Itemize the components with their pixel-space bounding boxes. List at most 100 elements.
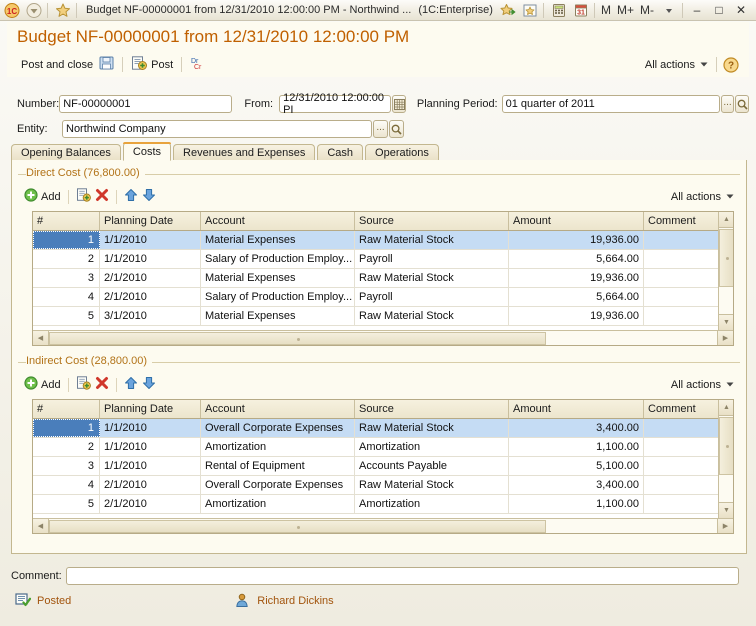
cell-idx[interactable]: 2 xyxy=(33,250,100,268)
scroll-up-arrow-icon[interactable]: ▲ xyxy=(719,400,733,416)
direct-cost-copy-row-button[interactable] xyxy=(74,187,93,206)
cell-date[interactable]: 1/1/2010 xyxy=(100,457,201,475)
cell-comment[interactable] xyxy=(644,288,718,306)
menu-dropdown-button[interactable] xyxy=(24,2,44,19)
tab-opening-balances[interactable]: Opening Balances xyxy=(11,144,121,161)
direct-cost-grid[interactable]: # Planning Date Account Source Amount Comment… xyxy=(32,211,734,346)
add-to-favorites-icon[interactable] xyxy=(498,2,518,19)
cell-idx[interactable]: 2 xyxy=(33,438,100,456)
horizontal-scroll-thumb[interactable] xyxy=(49,331,546,345)
close-button[interactable]: ✕ xyxy=(730,1,752,19)
direct-cost-add-button[interactable]: Add xyxy=(22,187,63,206)
cell-comment[interactable] xyxy=(644,476,718,494)
column-header-account[interactable]: Account xyxy=(201,400,355,418)
cell-source[interactable]: Accounts Payable xyxy=(355,457,509,475)
grid-vertical-scrollbar[interactable]: ▲ ▼ xyxy=(718,400,733,518)
cell-source[interactable]: Payroll xyxy=(355,250,509,268)
memory-subtract-button[interactable]: M- xyxy=(637,3,657,17)
grid-horizontal-scrollbar[interactable]: ◀ ▶ xyxy=(33,330,733,345)
cell-account[interactable]: Overall Corporate Expenses xyxy=(201,476,355,494)
tab-cash[interactable]: Cash xyxy=(317,144,364,161)
planning-period-select-button[interactable]: ... xyxy=(720,95,735,113)
column-header-source[interactable]: Source xyxy=(355,400,509,418)
scroll-up-arrow-icon[interactable]: ▲ xyxy=(719,212,733,228)
grid-horizontal-scrollbar[interactable]: ◀ ▶ xyxy=(33,518,733,533)
grid-vertical-scrollbar[interactable]: ▲ ▼ xyxy=(718,212,733,330)
app-logo-icon[interactable]: 1C xyxy=(2,2,22,19)
entity-input[interactable]: Northwind Company xyxy=(62,120,372,138)
table-row[interactable]: 2 1/1/2010 Amortization Amortization 1,100.0… xyxy=(33,438,718,457)
calculator-icon[interactable] xyxy=(549,2,569,19)
cell-idx[interactable]: 3 xyxy=(33,269,100,287)
cell-date[interactable]: 1/1/2010 xyxy=(100,250,201,268)
scroll-down-arrow-icon[interactable]: ▼ xyxy=(719,502,733,518)
horizontal-scroll-thumb[interactable] xyxy=(49,519,546,533)
favorites-list-icon[interactable] xyxy=(520,2,540,19)
table-row[interactable]: 3 2/1/2010 Material Expenses Raw Material S… xyxy=(33,269,718,288)
cell-source[interactable]: Raw Material Stock xyxy=(355,419,509,437)
cell-amount[interactable]: 5,100.00 xyxy=(509,457,644,475)
cell-date[interactable]: 3/1/2010 xyxy=(100,307,201,325)
scroll-down-arrow-icon[interactable]: ▼ xyxy=(719,314,733,330)
cell-comment[interactable] xyxy=(644,457,718,475)
cell-comment[interactable] xyxy=(644,231,718,249)
cell-amount[interactable]: 3,400.00 xyxy=(509,419,644,437)
indirect-cost-copy-row-button[interactable] xyxy=(74,375,93,394)
cell-comment[interactable] xyxy=(644,307,718,325)
indirect-cost-move-up-button[interactable] xyxy=(122,375,140,394)
titlebar-overflow-chevron-down-icon[interactable] xyxy=(659,2,679,19)
column-header-planning-date[interactable]: Planning Date xyxy=(100,400,201,418)
table-row[interactable]: 1 1/1/2010 Overall Corporate Expenses Raw M… xyxy=(33,419,718,438)
entity-select-button[interactable]: ... xyxy=(373,120,388,138)
indirect-cost-delete-row-button[interactable] xyxy=(93,375,111,394)
cell-source[interactable]: Amortization xyxy=(355,438,509,456)
vertical-scroll-thumb[interactable] xyxy=(719,229,733,287)
cell-account[interactable]: Amortization xyxy=(201,495,355,513)
cell-date[interactable]: 2/1/2010 xyxy=(100,288,201,306)
table-row[interactable]: 1 1/1/2010 Material Expenses Raw Material S… xyxy=(33,231,718,250)
cell-account[interactable]: Material Expenses xyxy=(201,231,355,249)
cell-amount[interactable]: 1,100.00 xyxy=(509,495,644,513)
cell-source[interactable]: Raw Material Stock xyxy=(355,476,509,494)
cell-date[interactable]: 2/1/2010 xyxy=(100,269,201,287)
post-button[interactable]: Post xyxy=(127,54,177,75)
column-header-account[interactable]: Account xyxy=(201,212,355,230)
column-header-amount[interactable]: Amount xyxy=(509,212,644,230)
cell-comment[interactable] xyxy=(644,419,718,437)
cell-date[interactable]: 2/1/2010 xyxy=(100,476,201,494)
column-header-amount[interactable]: Amount xyxy=(509,400,644,418)
from-date-input[interactable]: 12/31/2010 12:00:00 PI xyxy=(279,92,392,116)
table-row[interactable]: 3 1/1/2010 Rental of Equipment Accounts Pay… xyxy=(33,457,718,476)
column-header-source[interactable]: Source xyxy=(355,212,509,230)
direct-cost-move-up-button[interactable] xyxy=(122,187,140,206)
number-input[interactable]: NF-00000001 xyxy=(59,95,233,113)
cell-date[interactable]: 1/1/2010 xyxy=(100,231,201,249)
direct-cost-delete-row-button[interactable] xyxy=(93,187,111,206)
table-row[interactable]: 4 2/1/2010 Overall Corporate Expenses Raw M… xyxy=(33,476,718,495)
indirect-cost-add-button[interactable]: Add xyxy=(22,375,63,394)
cell-comment[interactable] xyxy=(644,250,718,268)
cell-idx[interactable]: 4 xyxy=(33,476,100,494)
comment-input[interactable] xyxy=(65,567,739,585)
planning-period-magnifier-icon[interactable] xyxy=(735,95,750,113)
table-row[interactable]: 5 2/1/2010 Amortization Amortization 1,100.0… xyxy=(33,495,718,514)
memory-add-button[interactable]: M+ xyxy=(614,3,637,17)
column-header-planning-date[interactable]: Planning Date xyxy=(100,212,201,230)
cell-source[interactable]: Amortization xyxy=(355,495,509,513)
scroll-left-arrow-icon[interactable]: ◀ xyxy=(33,519,49,533)
favorites-star-icon[interactable] xyxy=(53,2,73,19)
cell-amount[interactable]: 5,664.00 xyxy=(509,288,644,306)
cell-account[interactable]: Rental of Equipment xyxy=(201,457,355,475)
cell-amount[interactable]: 5,664.00 xyxy=(509,250,644,268)
cell-idx[interactable]: 5 xyxy=(33,307,100,325)
dr-cr-button[interactable]: Dr Cr xyxy=(186,54,212,75)
column-header-[interactable]: # xyxy=(33,400,100,418)
cell-idx[interactable]: 1 xyxy=(33,231,100,249)
column-header-[interactable]: # xyxy=(33,212,100,230)
from-date-picker-button[interactable] xyxy=(392,95,406,113)
cell-account[interactable]: Amortization xyxy=(201,438,355,456)
entity-magnifier-icon[interactable] xyxy=(389,120,404,138)
cell-date[interactable]: 2/1/2010 xyxy=(100,495,201,513)
cell-source[interactable]: Raw Material Stock xyxy=(355,307,509,325)
cell-date[interactable]: 1/1/2010 xyxy=(100,438,201,456)
